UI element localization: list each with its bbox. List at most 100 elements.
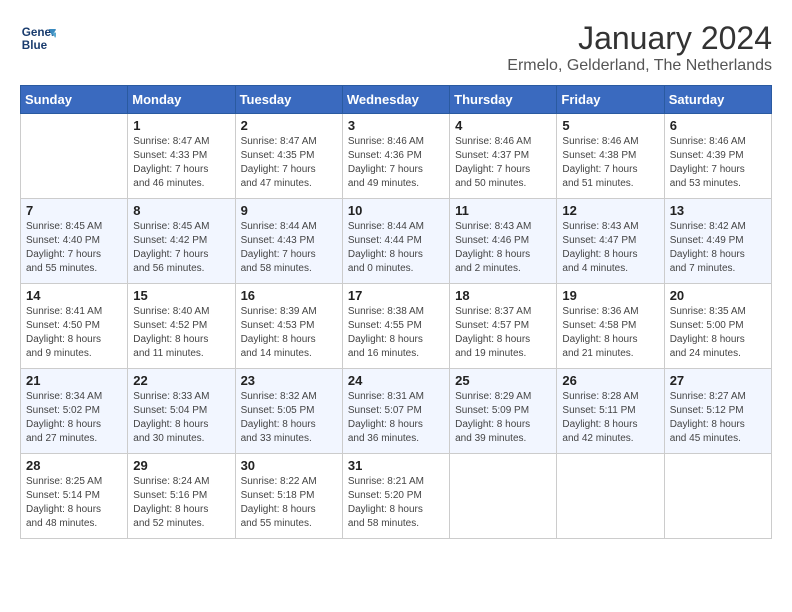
day-number: 22: [133, 373, 229, 388]
day-number: 4: [455, 118, 551, 133]
day-info: Sunrise: 8:46 AM Sunset: 4:37 PM Dayligh…: [455, 135, 551, 191]
weekday-header-thursday: Thursday: [450, 86, 557, 114]
calendar-cell: 5 Sunrise: 8:46 AM Sunset: 4:38 PM Daylig…: [557, 114, 664, 199]
day-number: 14: [26, 288, 122, 303]
weekday-header-saturday: Saturday: [664, 86, 771, 114]
day-info: Sunrise: 8:35 AM Sunset: 5:00 PM Dayligh…: [670, 305, 766, 361]
day-info: Sunrise: 8:46 AM Sunset: 4:36 PM Dayligh…: [348, 135, 444, 191]
logo-icon: General Blue: [20, 20, 56, 56]
day-number: 16: [241, 288, 337, 303]
day-number: 11: [455, 203, 551, 218]
day-number: 13: [670, 203, 766, 218]
calendar-cell: 13 Sunrise: 8:42 AM Sunset: 4:49 PM Dayli…: [664, 199, 771, 284]
day-number: 30: [241, 458, 337, 473]
day-info: Sunrise: 8:45 AM Sunset: 4:42 PM Dayligh…: [133, 220, 229, 276]
calendar-subtitle: Ermelo, Gelderland, The Netherlands: [507, 57, 772, 75]
day-number: 29: [133, 458, 229, 473]
day-number: 23: [241, 373, 337, 388]
day-info: Sunrise: 8:43 AM Sunset: 4:47 PM Dayligh…: [562, 220, 658, 276]
calendar-cell: 23 Sunrise: 8:32 AM Sunset: 5:05 PM Dayli…: [235, 369, 342, 454]
day-info: Sunrise: 8:32 AM Sunset: 5:05 PM Dayligh…: [241, 390, 337, 446]
calendar-header: SundayMondayTuesdayWednesdayThursdayFrid…: [21, 86, 772, 114]
calendar-cell: 4 Sunrise: 8:46 AM Sunset: 4:37 PM Daylig…: [450, 114, 557, 199]
calendar-cell: 29 Sunrise: 8:24 AM Sunset: 5:16 PM Dayli…: [128, 454, 235, 539]
calendar-title: January 2024: [507, 20, 772, 57]
calendar-cell: [450, 454, 557, 539]
calendar-cell: 6 Sunrise: 8:46 AM Sunset: 4:39 PM Daylig…: [664, 114, 771, 199]
day-info: Sunrise: 8:24 AM Sunset: 5:16 PM Dayligh…: [133, 475, 229, 531]
day-info: Sunrise: 8:45 AM Sunset: 4:40 PM Dayligh…: [26, 220, 122, 276]
day-number: 9: [241, 203, 337, 218]
weekday-header-sunday: Sunday: [21, 86, 128, 114]
calendar-cell: [664, 454, 771, 539]
day-info: Sunrise: 8:47 AM Sunset: 4:33 PM Dayligh…: [133, 135, 229, 191]
day-info: Sunrise: 8:31 AM Sunset: 5:07 PM Dayligh…: [348, 390, 444, 446]
svg-text:Blue: Blue: [22, 39, 48, 52]
calendar-cell: 20 Sunrise: 8:35 AM Sunset: 5:00 PM Dayli…: [664, 284, 771, 369]
day-number: 17: [348, 288, 444, 303]
calendar-week-row: 1Sunrise: 8:47 AM Sunset: 4:33 PM Daylig…: [21, 114, 772, 199]
calendar-cell: 27 Sunrise: 8:27 AM Sunset: 5:12 PM Dayli…: [664, 369, 771, 454]
day-number: 7: [26, 203, 122, 218]
calendar-cell: 21Sunrise: 8:34 AM Sunset: 5:02 PM Dayli…: [21, 369, 128, 454]
day-number: 2: [241, 118, 337, 133]
day-info: Sunrise: 8:37 AM Sunset: 4:57 PM Dayligh…: [455, 305, 551, 361]
calendar-cell: 24Sunrise: 8:31 AM Sunset: 5:07 PM Dayli…: [342, 369, 449, 454]
day-number: 12: [562, 203, 658, 218]
day-number: 18: [455, 288, 551, 303]
weekday-header-monday: Monday: [128, 86, 235, 114]
day-number: 28: [26, 458, 122, 473]
day-number: 19: [562, 288, 658, 303]
day-info: Sunrise: 8:42 AM Sunset: 4:49 PM Dayligh…: [670, 220, 766, 276]
calendar-cell: 19 Sunrise: 8:36 AM Sunset: 4:58 PM Dayli…: [557, 284, 664, 369]
day-info: Sunrise: 8:40 AM Sunset: 4:52 PM Dayligh…: [133, 305, 229, 361]
day-info: Sunrise: 8:33 AM Sunset: 5:04 PM Dayligh…: [133, 390, 229, 446]
day-number: 8: [133, 203, 229, 218]
calendar-cell: 17 Sunrise: 8:38 AM Sunset: 4:55 PM Dayli…: [342, 284, 449, 369]
title-block: January 2024 Ermelo, Gelderland, The Net…: [507, 20, 772, 75]
day-info: Sunrise: 8:27 AM Sunset: 5:12 PM Dayligh…: [670, 390, 766, 446]
calendar-cell: 26Sunrise: 8:28 AM Sunset: 5:11 PM Dayli…: [557, 369, 664, 454]
calendar-week-row: 7 Sunrise: 8:45 AM Sunset: 4:40 PM Daylig…: [21, 199, 772, 284]
day-info: Sunrise: 8:21 AM Sunset: 5:20 PM Dayligh…: [348, 475, 444, 531]
day-info: Sunrise: 8:36 AM Sunset: 4:58 PM Dayligh…: [562, 305, 658, 361]
calendar-week-row: 28 Sunrise: 8:25 AM Sunset: 5:14 PM Dayli…: [21, 454, 772, 539]
calendar-week-row: 14 Sunrise: 8:41 AM Sunset: 4:50 PM Dayli…: [21, 284, 772, 369]
day-number: 6: [670, 118, 766, 133]
logo: General Blue: [20, 20, 56, 56]
weekday-header-friday: Friday: [557, 86, 664, 114]
calendar-cell: 22 Sunrise: 8:33 AM Sunset: 5:04 PM Dayli…: [128, 369, 235, 454]
calendar-cell: 14 Sunrise: 8:41 AM Sunset: 4:50 PM Dayli…: [21, 284, 128, 369]
day-info: Sunrise: 8:43 AM Sunset: 4:46 PM Dayligh…: [455, 220, 551, 276]
day-info: Sunrise: 8:46 AM Sunset: 4:39 PM Dayligh…: [670, 135, 766, 191]
weekday-header-wednesday: Wednesday: [342, 86, 449, 114]
day-info: Sunrise: 8:41 AM Sunset: 4:50 PM Dayligh…: [26, 305, 122, 361]
day-info: Sunrise: 8:44 AM Sunset: 4:44 PM Dayligh…: [348, 220, 444, 276]
calendar-cell: 2 Sunrise: 8:47 AM Sunset: 4:35 PM Daylig…: [235, 114, 342, 199]
calendar-cell: 15Sunrise: 8:40 AM Sunset: 4:52 PM Dayli…: [128, 284, 235, 369]
day-info: Sunrise: 8:25 AM Sunset: 5:14 PM Dayligh…: [26, 475, 122, 531]
day-number: 25: [455, 373, 551, 388]
calendar-cell: 30 Sunrise: 8:22 AM Sunset: 5:18 PM Dayli…: [235, 454, 342, 539]
calendar-cell: 10 Sunrise: 8:44 AM Sunset: 4:44 PM Dayli…: [342, 199, 449, 284]
day-info: Sunrise: 8:38 AM Sunset: 4:55 PM Dayligh…: [348, 305, 444, 361]
calendar-cell: 28 Sunrise: 8:25 AM Sunset: 5:14 PM Dayli…: [21, 454, 128, 539]
calendar-cell: 7 Sunrise: 8:45 AM Sunset: 4:40 PM Daylig…: [21, 199, 128, 284]
calendar-cell: 8 Sunrise: 8:45 AM Sunset: 4:42 PM Daylig…: [128, 199, 235, 284]
day-info: Sunrise: 8:47 AM Sunset: 4:35 PM Dayligh…: [241, 135, 337, 191]
calendar-cell: 1Sunrise: 8:47 AM Sunset: 4:33 PM Daylig…: [128, 114, 235, 199]
calendar-cell: 25Sunrise: 8:29 AM Sunset: 5:09 PM Dayli…: [450, 369, 557, 454]
day-number: 27: [670, 373, 766, 388]
calendar-cell: 16Sunrise: 8:39 AM Sunset: 4:53 PM Dayli…: [235, 284, 342, 369]
day-number: 5: [562, 118, 658, 133]
day-info: Sunrise: 8:22 AM Sunset: 5:18 PM Dayligh…: [241, 475, 337, 531]
weekday-header-tuesday: Tuesday: [235, 86, 342, 114]
day-number: 20: [670, 288, 766, 303]
day-info: Sunrise: 8:46 AM Sunset: 4:38 PM Dayligh…: [562, 135, 658, 191]
calendar-cell: 18 Sunrise: 8:37 AM Sunset: 4:57 PM Dayli…: [450, 284, 557, 369]
calendar-body: 1Sunrise: 8:47 AM Sunset: 4:33 PM Daylig…: [21, 114, 772, 539]
calendar-cell: [557, 454, 664, 539]
day-info: Sunrise: 8:44 AM Sunset: 4:43 PM Dayligh…: [241, 220, 337, 276]
calendar-cell: [21, 114, 128, 199]
day-number: 10: [348, 203, 444, 218]
